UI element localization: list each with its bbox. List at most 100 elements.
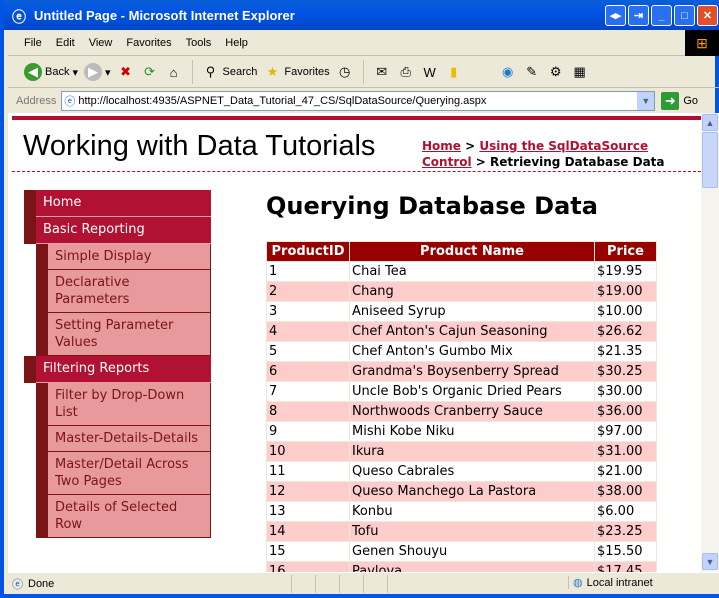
- sidebar-submenu: Filter by Drop-Down List Master-Details-D…: [36, 383, 211, 538]
- table-cell: 8: [266, 401, 350, 422]
- site-title: Working with Data Tutorials: [23, 130, 376, 162]
- back-button[interactable]: ◀ Back ▾: [24, 63, 78, 81]
- table-row: 9 Mishi Kobe Niku $97.00: [266, 421, 657, 442]
- menu-favorites[interactable]: Favorites: [126, 37, 171, 49]
- table-cell: 1: [266, 261, 350, 282]
- table-cell: Chang: [349, 281, 595, 302]
- page-icon: ⓔ: [64, 96, 76, 108]
- table-cell: Queso Manchego La Pastora: [349, 481, 595, 502]
- refresh-icon[interactable]: ⟳: [141, 63, 159, 81]
- table-row: 16 Pavlova $17.45: [266, 561, 657, 572]
- table-row: 6 Grandma's Boysenberry Spread $30.25: [266, 361, 657, 382]
- sidebar-subitem[interactable]: Master/Detail Across Two Pages: [48, 452, 211, 495]
- table-cell: 3: [266, 301, 350, 322]
- table-cell: Konbu: [349, 501, 595, 522]
- toolbar-extra-icon[interactable]: ▦: [571, 63, 589, 81]
- table-cell: 6: [266, 361, 350, 382]
- table-cell: Ikura: [349, 441, 595, 462]
- breadcrumb-home[interactable]: Home: [422, 139, 461, 153]
- menu-file[interactable]: File: [24, 37, 42, 49]
- address-input[interactable]: ⓔ http://localhost:4935/ASPNET_Data_Tutor…: [61, 91, 656, 111]
- sidebar-subitem[interactable]: Master-Details-Details: [48, 426, 211, 452]
- menu-help[interactable]: Help: [225, 37, 248, 49]
- table-cell: Queso Cabrales: [349, 461, 595, 482]
- extra-button[interactable]: ◂▸: [605, 5, 626, 26]
- page-viewport: Working with Data Tutorials Home > Using…: [8, 113, 719, 572]
- tools-icon[interactable]: ⚙: [547, 63, 565, 81]
- close-button[interactable]: ✕: [697, 5, 718, 26]
- scroll-thumb[interactable]: [702, 132, 718, 188]
- table-row: 15 Genen Shouyu $15.50: [266, 541, 657, 562]
- table-cell: 7: [266, 381, 350, 402]
- table-cell: $30.00: [594, 381, 657, 402]
- table-cell: 16: [266, 561, 350, 572]
- table-cell: Aniseed Syrup: [349, 301, 595, 322]
- history-icon[interactable]: ◷: [336, 63, 354, 81]
- table-cell: $19.95: [594, 261, 657, 282]
- status-page-icon: ⓔ: [12, 578, 23, 591]
- table-cell: 15: [266, 541, 350, 562]
- sidebar-subitem[interactable]: Setting Parameter Values: [48, 313, 211, 356]
- search-button[interactable]: ⚲ Search: [202, 63, 258, 81]
- vertical-scrollbar[interactable]: ▲ ▼: [701, 113, 719, 572]
- menu-bar: File Edit View Favorites Tools Help ⊞: [8, 30, 719, 56]
- stop-icon[interactable]: ✖: [117, 63, 135, 81]
- table-cell: Tofu: [349, 521, 595, 542]
- sidebar-nav: Home Basic Reporting Simple Display Declara…: [24, 190, 211, 538]
- table-cell: $19.00: [594, 281, 657, 302]
- table-cell: 12: [266, 481, 350, 502]
- scroll-down-button[interactable]: ▼: [702, 553, 718, 570]
- sidebar-item-filtering-reports[interactable]: Filtering Reports: [36, 356, 211, 383]
- forward-button[interactable]: ▶ ▾: [84, 63, 111, 81]
- note-icon[interactable]: ▮: [445, 63, 463, 81]
- toolbar: ◀ Back ▾ ▶ ▾ ✖ ⟳ ⌂ ⚲ Search ★ Favorites ◷ ✉…: [8, 57, 719, 88]
- sidebar-subitem[interactable]: Filter by Drop-Down List: [48, 383, 211, 426]
- table-cell: 2: [266, 281, 350, 302]
- go-button[interactable]: ➜ Go: [661, 92, 698, 110]
- sidebar-item-home[interactable]: Home: [36, 190, 211, 217]
- extra-button-2[interactable]: ⇥: [628, 5, 649, 26]
- messenger-icon[interactable]: ◉: [499, 63, 517, 81]
- sidebar-subitem[interactable]: Declarative Parameters: [48, 270, 211, 313]
- table-row: 13 Konbu $6.00: [266, 501, 657, 522]
- scroll-up-button[interactable]: ▲: [702, 114, 718, 131]
- products-grid: ProductID Product Name Price 1 Chai Tea $19.9…: [266, 241, 657, 572]
- table-cell: 13: [266, 501, 350, 522]
- address-label: Address: [16, 95, 57, 107]
- table-row: 14 Tofu $23.25: [266, 521, 657, 542]
- separator: [191, 60, 193, 84]
- print-icon[interactable]: ⎙: [397, 63, 415, 81]
- zone-indicator: ◍ Local intranet: [568, 576, 653, 589]
- browser-window: ⓔ Untitled Page - Microsoft Internet Exp…: [0, 0, 719, 598]
- word-icon[interactable]: W: [421, 63, 439, 81]
- sidebar-item-basic-reporting[interactable]: Basic Reporting: [36, 217, 211, 244]
- table-cell: $38.00: [594, 481, 657, 502]
- intranet-icon: ◍: [573, 577, 583, 589]
- table-cell: Pavlova: [349, 561, 595, 572]
- sidebar-subitem[interactable]: Simple Display: [48, 244, 211, 270]
- sidebar-submenu: Simple Display Declarative Parameters Sett…: [36, 244, 211, 356]
- favorites-button[interactable]: ★ Favorites: [263, 63, 330, 81]
- research-icon[interactable]: ✎: [523, 63, 541, 81]
- table-row: 4 Chef Anton's Cajun Seasoning $26.62: [266, 321, 657, 342]
- page-heading: Querying Database Data: [266, 192, 598, 220]
- menu-view[interactable]: View: [89, 37, 113, 49]
- minimize-button[interactable]: _: [651, 5, 672, 26]
- address-dropdown[interactable]: ▼: [637, 92, 655, 110]
- sidebar-section: Basic Reporting: [24, 217, 211, 244]
- status-text: Done: [28, 577, 55, 590]
- back-arrow-icon: ◀: [24, 63, 42, 81]
- sidebar-subitem[interactable]: Details of Selected Row: [48, 495, 211, 538]
- menu-edit[interactable]: Edit: [56, 37, 75, 49]
- table-cell: 9: [266, 421, 350, 442]
- star-icon: ★: [266, 64, 279, 79]
- sidebar-section: Filtering Reports: [24, 356, 211, 383]
- maximize-button[interactable]: □: [674, 5, 695, 26]
- column-header: ProductID: [266, 241, 350, 262]
- menu-tools[interactable]: Tools: [186, 37, 212, 49]
- table-cell: 14: [266, 521, 350, 542]
- home-icon[interactable]: ⌂: [165, 63, 183, 81]
- table-cell: $26.62: [594, 321, 657, 342]
- mail-icon[interactable]: ✉: [373, 63, 391, 81]
- table-cell: $23.25: [594, 521, 657, 542]
